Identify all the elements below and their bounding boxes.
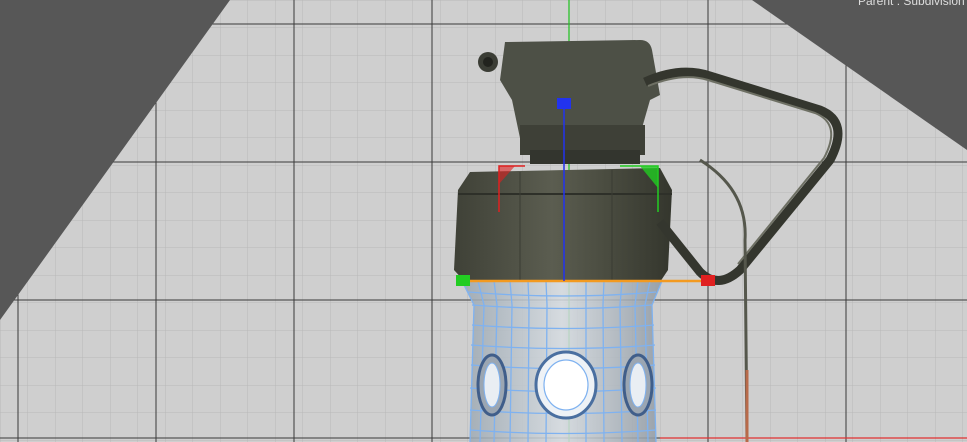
parent-label: Parent : Subdivision 1 <box>858 0 967 8</box>
y-axis-handle-icon[interactable] <box>456 275 470 286</box>
wireframe-cylinder <box>461 280 663 442</box>
viewport-canvas[interactable] <box>0 0 967 442</box>
3d-viewport[interactable]: Parent : Subdivision 1 <box>0 0 967 442</box>
hex-body <box>454 168 672 282</box>
x-axis-handle-icon[interactable] <box>701 275 715 286</box>
z-axis-handle-icon[interactable] <box>557 98 571 109</box>
fuse-cap <box>500 40 660 138</box>
